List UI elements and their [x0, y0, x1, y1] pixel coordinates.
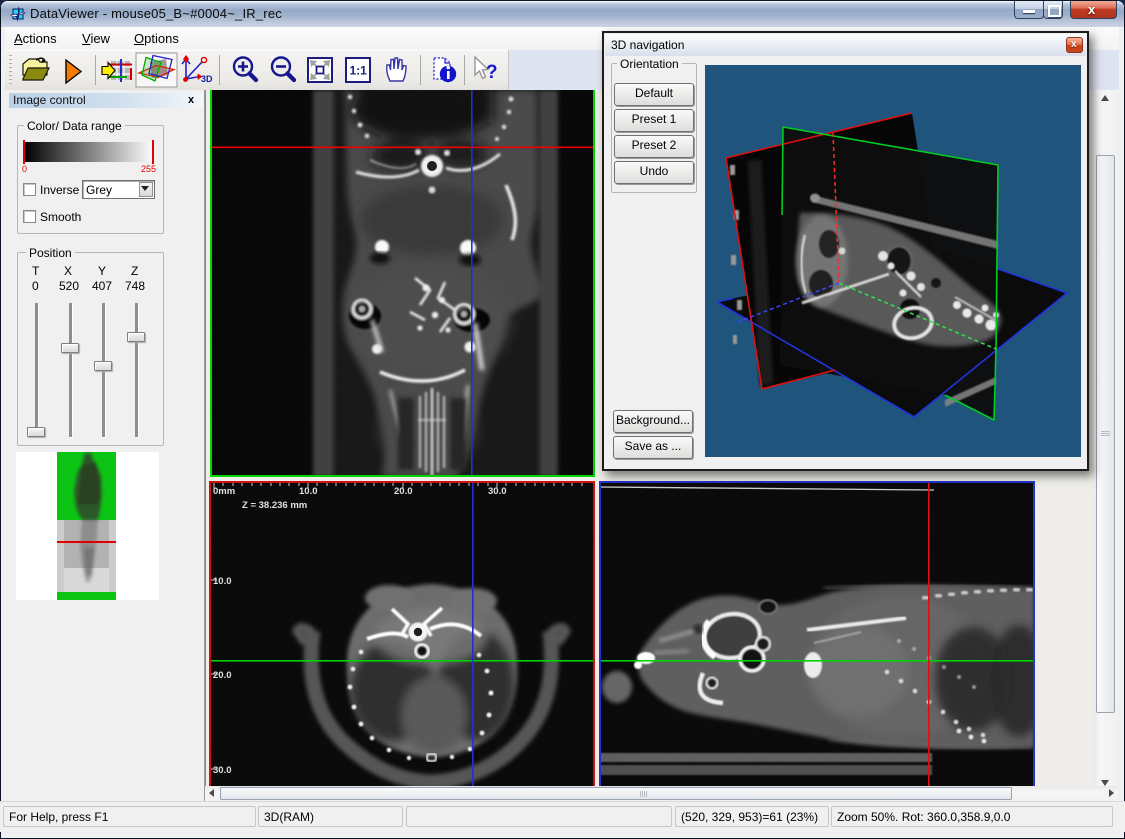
svg-text:30.0: 30.0 [213, 765, 232, 776]
svg-text:Z = 38.236 mm: Z = 38.236 mm [242, 500, 307, 511]
svg-text:0mm: 0mm [213, 486, 235, 497]
svg-text:10.0: 10.0 [213, 576, 232, 587]
svg-text:1:1: 1:1 [350, 64, 368, 78]
svg-text:?: ? [486, 62, 498, 83]
svg-text:3D: 3D [201, 74, 213, 84]
svg-text:20.0: 20.0 [213, 670, 232, 681]
